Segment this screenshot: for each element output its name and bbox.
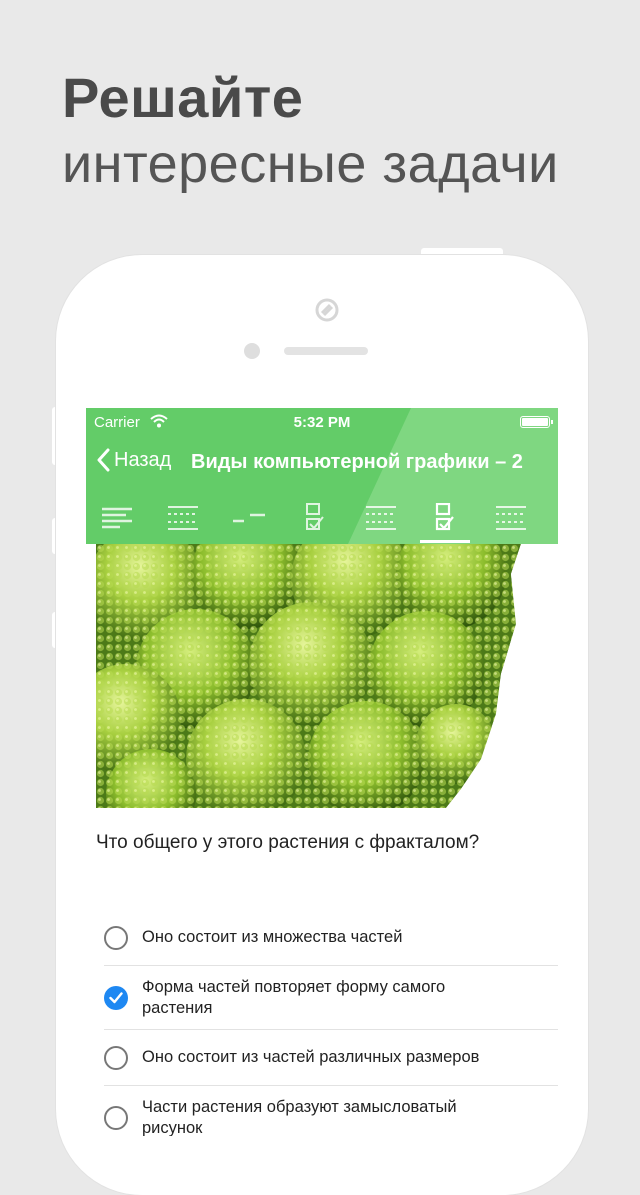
earpiece-speaker: [284, 347, 368, 355]
checkmark-icon: [109, 991, 123, 1003]
tab-fill-blank[interactable]: [222, 496, 276, 540]
fill-blank-icon: [233, 513, 265, 523]
page-title: Виды компьютерной графики – 2: [191, 451, 523, 473]
tab-checklist-1[interactable]: [288, 496, 342, 540]
question-text: Что общего у этого растения с фракталом?: [96, 832, 480, 853]
answer-list: Оно состоит из множества частей Форма ча…: [104, 910, 558, 1136]
radio-unchecked-icon[interactable]: [104, 1105, 128, 1130]
tab-dotted-3[interactable]: [484, 496, 538, 540]
tab-dotted-1[interactable]: [156, 496, 210, 540]
answer-label-line-1: Форма частей повторяет форму самого: [142, 977, 446, 996]
answer-option-selected[interactable]: Форма частей повторяет форму самого раст…: [104, 966, 558, 1030]
answer-label: Части растения образуют замысловатый рис…: [142, 1097, 457, 1137]
navigation-bar: Carrier 5:32 PM Назад Виды компьютерной …: [86, 408, 558, 544]
answer-label-line-1: Части растения образуют замысловатый: [142, 1097, 457, 1116]
back-button[interactable]: Назад: [96, 448, 171, 472]
radio-unchecked-icon[interactable]: [104, 1045, 128, 1070]
answer-option[interactable]: Оно состоит из частей различных размеров: [104, 1030, 558, 1086]
answer-label-line-2: растения: [142, 998, 213, 1017]
dotted-lines-icon: [168, 506, 198, 530]
clock: 5:32 PM: [293, 414, 351, 431]
answer-label: Оно состоит из множества частей: [142, 928, 403, 946]
answer-label: Форма частей повторяет форму самого раст…: [142, 977, 445, 1019]
romanesco-photo: [96, 544, 526, 808]
answer-label-line-2: рисунок: [142, 1118, 203, 1137]
brand-logo-icon: [315, 298, 339, 322]
promo-title: Решайте: [62, 66, 304, 129]
back-label: Назад: [114, 448, 172, 471]
radio-unchecked-icon[interactable]: [104, 925, 128, 950]
tab-checklist-active[interactable]: [418, 496, 472, 543]
battery-icon: [520, 416, 553, 428]
answer-option[interactable]: Оно состоит из множества частей: [104, 910, 558, 966]
dotted-lines-icon: [496, 506, 526, 530]
checklist-icon: [306, 503, 324, 530]
checklist-icon: [435, 503, 454, 531]
app-screen: Carrier 5:32 PM Назад Виды компьютерной …: [86, 408, 558, 1136]
tab-dotted-2[interactable]: [354, 496, 408, 540]
promo-headline: Решайте интересные задачи: [62, 66, 559, 196]
text-lines-icon: [102, 507, 132, 529]
front-camera: [244, 343, 260, 359]
chevron-left-icon: [97, 448, 110, 472]
radio-checked-icon[interactable]: [104, 985, 128, 1010]
answer-label: Оно состоит из частей различных размеров: [142, 1048, 480, 1066]
promo-subtitle: интересные задачи: [62, 134, 559, 194]
status-bar: Carrier 5:32 PM: [86, 412, 558, 434]
dotted-lines-icon: [366, 506, 396, 530]
task-tabs: [86, 494, 558, 544]
tab-text[interactable]: [90, 496, 144, 540]
answer-option[interactable]: Части растения образуют замысловатый рис…: [104, 1086, 558, 1136]
